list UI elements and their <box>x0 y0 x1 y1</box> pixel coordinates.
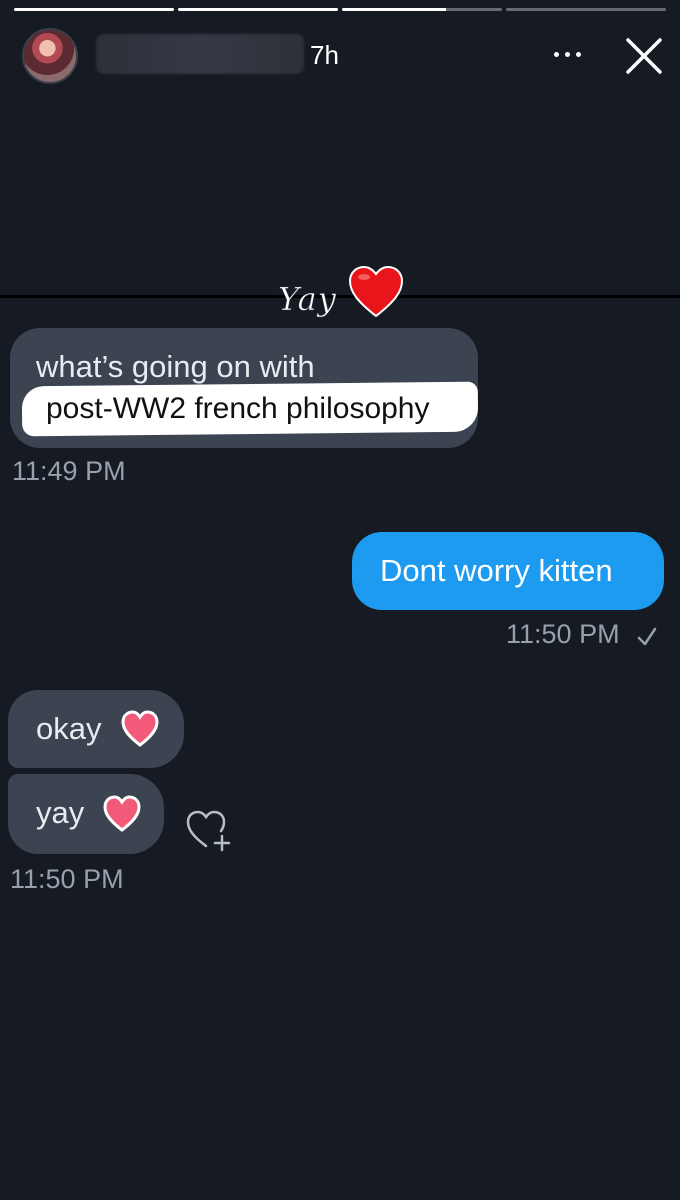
add-reaction-heart-icon[interactable] <box>184 806 234 854</box>
progress-fill <box>14 8 174 11</box>
close-icon[interactable] <box>622 34 666 78</box>
message-text: Dont worry kitten <box>380 553 613 588</box>
pink-heart-icon <box>121 710 159 747</box>
message-timestamp: 11:49 PM <box>12 456 126 486</box>
story-viewer: 7h Yay what’s going on with post-WW2 fre… <box>0 0 680 1200</box>
incoming-message-bubble[interactable]: yay <box>8 774 164 854</box>
progress-segment <box>14 8 174 11</box>
story-time-ago: 7h <box>310 40 339 70</box>
message-timestamp: 11:50 PM <box>10 864 124 894</box>
message-text: yay <box>36 795 85 830</box>
sticker-text: Yay <box>278 280 337 319</box>
outgoing-message-bubble[interactable]: Dont worry kitten <box>352 532 664 610</box>
message-timestamp: 11:50 PM <box>506 619 620 649</box>
progress-segment <box>506 8 666 11</box>
pink-heart-icon <box>103 795 141 832</box>
yay-sticker: Yay <box>278 265 408 330</box>
progress-fill <box>178 8 338 11</box>
progress-fill <box>342 8 446 11</box>
story-progress <box>14 8 666 11</box>
sent-check-icon <box>637 627 657 646</box>
highlighted-text: post-WW2 french philosophy <box>46 392 430 425</box>
incoming-message-bubble[interactable]: okay <box>8 690 184 768</box>
progress-segment <box>342 8 502 11</box>
message-text: what’s going on with <box>36 349 315 384</box>
red-heart-icon <box>348 265 404 318</box>
avatar[interactable] <box>22 28 78 84</box>
username-redacted[interactable] <box>96 34 304 74</box>
more-dots-icon[interactable] <box>554 48 590 60</box>
progress-segment <box>178 8 338 11</box>
message-text: okay <box>36 711 102 746</box>
